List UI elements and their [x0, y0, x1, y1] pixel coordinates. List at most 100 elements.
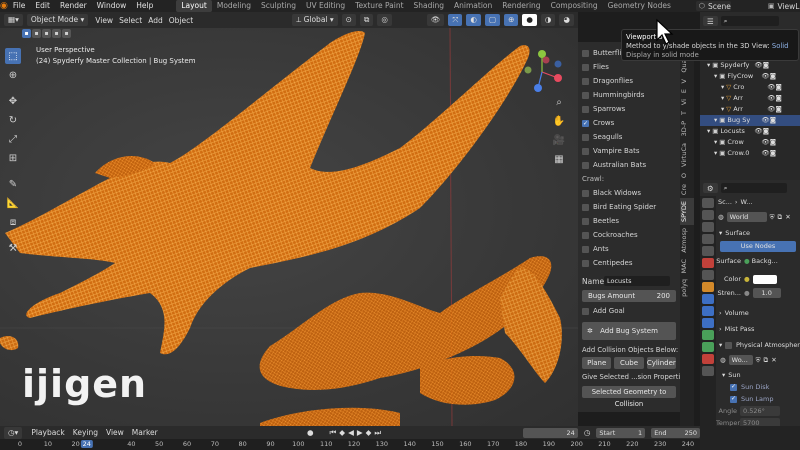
mist-panel-header[interactable]: › Mist Pass [716, 323, 800, 335]
navigation-gizmo[interactable] [518, 48, 566, 96]
material-tab-icon[interactable] [702, 354, 714, 364]
current-frame-field[interactable]: 24 [523, 427, 578, 438]
material-shading-icon[interactable]: ◑ [540, 14, 556, 26]
tab-layout[interactable]: Layout [176, 0, 212, 12]
outliner-row[interactable]: ▾ ▣ Bug Sy 👁 ◙ [700, 115, 800, 126]
checkbox-bird-eating-spider[interactable]: Bird Eating Spider [578, 200, 680, 214]
pivot-icon[interactable]: ⊙ [341, 14, 356, 26]
solid-shading-icon[interactable]: ● [522, 14, 537, 26]
checkbox-seagulls[interactable]: Seagulls [578, 130, 680, 144]
physics-tab-icon[interactable] [702, 318, 714, 328]
outliner-row[interactable]: ▾ ▣ FlyCrow 👁 ◙ [700, 71, 800, 82]
menu-window[interactable]: Window [92, 0, 132, 12]
surface-value[interactable]: Backg... [752, 255, 778, 267]
add-bug-system-button[interactable]: ✲ Add Bug System [582, 322, 676, 340]
checkbox-ants[interactable]: Ants [578, 242, 680, 256]
sidebar-tab-spyde[interactable]: SPYDE [680, 197, 694, 225]
select-tool-icon[interactable]: ⬚ [5, 48, 21, 64]
expand-arrow-icon[interactable]: ▾ [707, 126, 710, 137]
eye-icon[interactable]: 👁 [767, 82, 775, 93]
zoom-icon[interactable]: ⌕ [551, 94, 567, 110]
color-swatch[interactable] [752, 274, 777, 284]
viewport-menu-object[interactable]: Object [166, 16, 196, 25]
move-tool-icon[interactable]: ✥ [5, 93, 21, 109]
close-icon[interactable]: ✕ [785, 211, 790, 223]
atmosphere-checkbox-icon[interactable] [725, 341, 732, 349]
timeline-menu-marker[interactable]: Marker [129, 428, 161, 437]
checkbox-sparrows[interactable]: Sparrows [578, 102, 680, 116]
data-tab-icon[interactable] [702, 342, 714, 352]
expand-arrow-icon[interactable]: ▾ [721, 82, 724, 93]
eye-icon[interactable]: 👁 [767, 104, 775, 115]
end-frame-field[interactable]: End 250 [651, 427, 700, 438]
add-goal-checkbox[interactable]: Add Goal [578, 304, 680, 318]
perspective-grid-icon[interactable]: ▦ [551, 151, 567, 167]
expand-arrow-icon[interactable]: ▾ [714, 71, 717, 82]
checkbox-dragonflies[interactable]: Dragonflies [578, 74, 680, 88]
tab-compositing[interactable]: Compositing [546, 0, 603, 12]
collision-cube-button[interactable]: Cube [614, 357, 644, 369]
collection-tab-icon[interactable] [702, 270, 714, 280]
bugs-amount-field[interactable]: Bugs Amount 200 [582, 290, 676, 302]
sidebar-tab-o[interactable]: O [680, 170, 694, 181]
menu-render[interactable]: Render [55, 0, 92, 12]
world-tab-icon[interactable] [702, 258, 714, 268]
constraints-tab-icon[interactable] [702, 330, 714, 340]
rotate-tool-icon[interactable]: ↻ [5, 112, 21, 128]
modifier-tab-icon[interactable] [702, 294, 714, 304]
start-frame-field[interactable]: Start 1 [596, 427, 646, 438]
menu-file[interactable]: File [8, 0, 31, 12]
viewport-menu-view[interactable]: View [92, 16, 116, 25]
viewport-menu-select[interactable]: Select [116, 16, 145, 25]
timeline-menu-view[interactable]: View [103, 428, 127, 437]
atmosphere-panel-header[interactable]: ▾ Physical Atmospher [716, 339, 800, 351]
proportional-edit-icon[interactable]: ◎ [377, 14, 392, 26]
timeline-ruler[interactable]: 0 10 20 24 40 50 60 70 80 90 100 110 120 130 140 150 160… [0, 439, 700, 450]
tab-animation[interactable]: Animation [449, 0, 497, 12]
atmosphere-object-field[interactable]: Wo... [728, 355, 753, 365]
expand-arrow-icon[interactable]: ▾ [721, 104, 724, 115]
world-name-field[interactable]: World [726, 212, 767, 222]
volume-panel-header[interactable]: › Volume [716, 307, 800, 319]
tab-geometry-nodes[interactable]: Geometry Nodes [603, 0, 676, 12]
surface-panel-header[interactable]: ▾ Surface [716, 227, 800, 239]
select-invert-icon[interactable]: ▪ [52, 29, 61, 38]
atmosphere-shield-icon[interactable]: ⛨ [756, 354, 761, 366]
sidebar-tab-3d-p[interactable]: 3D-P [680, 118, 694, 139]
mode-selector[interactable]: Object Mode ▾ [26, 14, 89, 26]
collision-plane-button[interactable]: Plane [582, 357, 612, 369]
checkbox-beetles[interactable]: Beetles [578, 214, 680, 228]
tool-tab-icon[interactable] [702, 198, 714, 208]
checkbox-australian-bats[interactable]: Australian Bats [578, 158, 680, 172]
properties-editor-icon[interactable]: ⚙ [703, 183, 718, 193]
angle-field[interactable]: 0.526° [740, 406, 780, 416]
editor-type-button[interactable]: ▦▾ [4, 14, 23, 26]
wireframe-shading-icon[interactable]: ⊕ [504, 14, 519, 26]
extra-tool-icon[interactable]: ⚒ [5, 240, 21, 256]
visibility-icon[interactable]: 👁 [426, 14, 445, 26]
camera-icon[interactable]: ◙ [763, 60, 769, 71]
jump-start-icon[interactable]: ⏮ [330, 428, 337, 438]
scene-selector[interactable]: ⬡ Scene [695, 1, 731, 11]
checkbox-vampire-bats[interactable]: Vampire Bats [578, 144, 680, 158]
checkbox-black-widows[interactable]: Black Widows [578, 186, 680, 200]
sidebar-tab-vi[interactable]: Vi [680, 96, 694, 108]
sidebar-tab-polyq[interactable]: polyq [680, 276, 694, 300]
add-cube-tool-icon[interactable]: ⧈ [5, 214, 21, 230]
menu-help[interactable]: Help [131, 0, 158, 12]
atmosphere-copy-icon[interactable]: ⧉ [764, 354, 769, 366]
gizmo-icon[interactable]: ⤧ [448, 14, 463, 26]
scene-tab-icon[interactable] [702, 246, 714, 256]
next-key-icon[interactable]: ◆ [366, 428, 372, 438]
timeline-menu-playback[interactable]: Playback [28, 428, 67, 437]
sidebar-tab-cre[interactable]: Cre [680, 181, 694, 198]
sidebar-tab-e[interactable]: E [680, 86, 694, 96]
outliner-row[interactable]: ▾ ▣ Crow 👁 ◙ [700, 137, 800, 148]
eye-icon[interactable]: 👁 [767, 93, 775, 104]
sun-lamp-checkbox[interactable]: ✓ Sun Lamp [716, 393, 800, 405]
copy-icon[interactable]: ⧉ [778, 211, 783, 223]
collision-cylinder-button[interactable]: Cylinder [646, 357, 676, 369]
expand-arrow-icon[interactable]: ▾ [707, 60, 710, 71]
camera-icon[interactable]: ◙ [763, 126, 769, 137]
jump-end-icon[interactable]: ⏭ [374, 428, 381, 438]
